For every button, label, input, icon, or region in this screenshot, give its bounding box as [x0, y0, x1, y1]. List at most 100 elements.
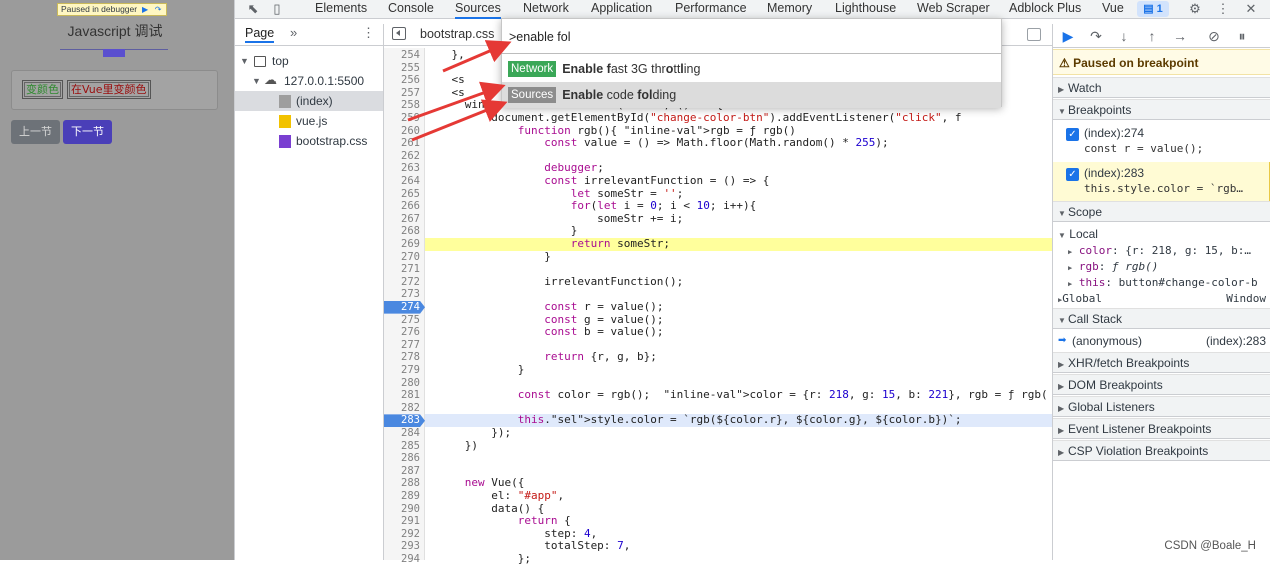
call-stack-frame[interactable]: ➡ (anonymous) (index):283 [1053, 331, 1270, 351]
tree-item-bootstrap-css[interactable]: bootstrap.css [235, 131, 383, 151]
tree-item-vue-js[interactable]: vue.js [235, 111, 383, 131]
code-line[interactable] [425, 150, 1052, 163]
line-number[interactable]: 255 [384, 62, 425, 75]
step-over-icon[interactable]: ↷ [1087, 27, 1105, 45]
line-number[interactable]: 261 [384, 137, 425, 150]
line-number[interactable]: 269 [384, 238, 425, 251]
line-number[interactable]: 275 [384, 314, 425, 327]
command-item-fast-3g[interactable]: Network Enable fast 3G throttling [502, 56, 1001, 82]
code-line[interactable]: new Vue({ [425, 477, 1052, 490]
line-number[interactable]: 256 [384, 74, 425, 87]
code-line[interactable] [425, 288, 1052, 301]
code-line[interactable]: el: "#app", [425, 490, 1052, 503]
line-number[interactable]: 265 [384, 188, 425, 201]
tree-item-origin[interactable]: ▼ ☁ 127.0.0.1:5500 [235, 71, 383, 91]
scope-local[interactable]: ▼ Local [1053, 226, 1270, 242]
code-line[interactable]: totalStep: 7, [425, 540, 1052, 553]
code-line[interactable]: }); [425, 427, 1052, 440]
code-line[interactable]: function rgb(){ "inline-val">rgb = ƒ rgb… [425, 125, 1052, 138]
section-global-listeners[interactable]: ▶ Global Listeners [1053, 396, 1270, 417]
section-watch[interactable]: ▶ Watch [1053, 77, 1270, 98]
line-number[interactable]: 263 [384, 162, 425, 175]
deactivate-breakpoints-icon[interactable]: ⊘ [1205, 27, 1223, 45]
line-number[interactable]: 266 [384, 200, 425, 213]
line-number[interactable]: 277 [384, 339, 425, 352]
code-line[interactable]: const value = () => Math.floor(Math.rand… [425, 137, 1052, 150]
line-number[interactable]: 273 [384, 288, 425, 301]
code-line[interactable]: }; [425, 553, 1052, 566]
prev-section-button[interactable]: 上一节 [11, 120, 60, 144]
line-number[interactable]: 276 [384, 326, 425, 339]
code-line[interactable]: irrelevantFunction(); [425, 276, 1052, 289]
line-number[interactable]: 272 [384, 276, 425, 289]
line-number[interactable]: 283 [384, 414, 425, 427]
inspect-element-icon[interactable]: ⬉ [245, 1, 261, 17]
line-number[interactable]: 292 [384, 528, 425, 541]
navigator-menu-icon[interactable]: ⋮ [362, 25, 375, 41]
toggle-navigator-icon[interactable] [392, 27, 406, 40]
line-number-gutter[interactable]: 254 255 256 257 258 259 260 261 262 263 264 265 266 2… [384, 48, 425, 565]
tab-elements[interactable]: Elements [315, 0, 367, 19]
code-line[interactable] [425, 465, 1052, 478]
tab-sources[interactable]: Sources [455, 0, 501, 19]
line-number[interactable]: 291 [384, 515, 425, 528]
line-number[interactable]: 268 [384, 225, 425, 238]
line-number[interactable]: 274 [384, 301, 425, 314]
vue-change-color-button[interactable]: 在Vue里变颜色 [67, 80, 151, 99]
device-toolbar-icon[interactable]: ▯ [269, 1, 285, 17]
code-line[interactable] [425, 339, 1052, 352]
step-out-icon[interactable]: ↑ [1143, 27, 1161, 45]
line-number[interactable]: 286 [384, 452, 425, 465]
line-number[interactable]: 264 [384, 175, 425, 188]
code-line[interactable]: }) [425, 440, 1052, 453]
code-line[interactable]: step: 4, [425, 528, 1052, 541]
tab-console[interactable]: Console [388, 0, 434, 19]
code-line[interactable]: this."sel">style.color = `rgb(${color.r}… [425, 414, 1052, 427]
file-tab[interactable]: bootstrap.css [420, 27, 494, 41]
command-input[interactable]: >enable fol [502, 19, 1001, 54]
section-dom-breakpoints[interactable]: ▶ DOM Breakpoints [1053, 374, 1270, 395]
resume-icon[interactable]: ▶ [1059, 27, 1077, 45]
step-icon[interactable]: → [1171, 27, 1189, 45]
line-number[interactable]: 257 [384, 87, 425, 100]
code-line[interactable]: data() { [425, 503, 1052, 516]
code-line[interactable]: return someStr; [425, 238, 1052, 251]
code-line[interactable]: const b = value(); [425, 326, 1052, 339]
scope-var-rgb[interactable]: ▶ rgb: ƒ rgb() [1053, 259, 1270, 275]
close-icon[interactable]: ✕ [1243, 1, 1259, 17]
scope-var-color[interactable]: ▶ color: {r: 218, g: 15, b:… [1053, 243, 1270, 259]
line-number[interactable]: 270 [384, 251, 425, 264]
code-line[interactable]: } [425, 225, 1052, 238]
code-line[interactable]: document.getElementById("change-color-bt… [425, 112, 1052, 125]
code-line[interactable]: const g = value(); [425, 314, 1052, 327]
line-number[interactable]: 293 [384, 540, 425, 553]
line-number[interactable]: 262 [384, 150, 425, 163]
tab-performance[interactable]: Performance [675, 0, 747, 19]
code-line[interactable]: const irrelevantFunction = () => { [425, 175, 1052, 188]
pause-on-exceptions-icon[interactable]: ⏸ [1233, 27, 1251, 45]
line-number[interactable]: 289 [384, 490, 425, 503]
next-section-button[interactable]: 下一节 [63, 120, 112, 144]
tab-application[interactable]: Application [591, 0, 652, 19]
code-line[interactable]: const color = rgb(); "inline-val">color … [425, 389, 1052, 402]
code-line[interactable]: return {r, g, b}; [425, 351, 1052, 364]
code-line[interactable]: for(let i = 0; i < 10; i++){ [425, 200, 1052, 213]
tree-item-top[interactable]: ▼ top [235, 51, 383, 71]
issues-badge[interactable]: ▤ 1 [1137, 1, 1169, 17]
line-number[interactable]: 288 [384, 477, 425, 490]
step-over-icon[interactable]: ↷ [153, 5, 163, 14]
code-line[interactable] [425, 377, 1052, 390]
code-line[interactable]: let someStr = ''; [425, 188, 1052, 201]
line-number[interactable]: 279 [384, 364, 425, 377]
line-number[interactable]: 271 [384, 263, 425, 276]
section-event-listener-breakpoints[interactable]: ▶ Event Listener Breakpoints [1053, 418, 1270, 439]
tab-web-scraper[interactable]: Web Scraper [917, 0, 990, 19]
breakpoint-item[interactable]: ✓ (index):274 const r = value(); [1053, 122, 1270, 161]
code-line[interactable]: someStr += i; [425, 213, 1052, 226]
code-line[interactable] [425, 452, 1052, 465]
resume-icon[interactable]: ▶ [140, 5, 150, 14]
code-line[interactable]: } [425, 364, 1052, 377]
tab-vue[interactable]: Vue [1102, 0, 1124, 19]
code-line[interactable]: debugger; [425, 162, 1052, 175]
step-into-icon[interactable]: ↓ [1115, 27, 1133, 45]
